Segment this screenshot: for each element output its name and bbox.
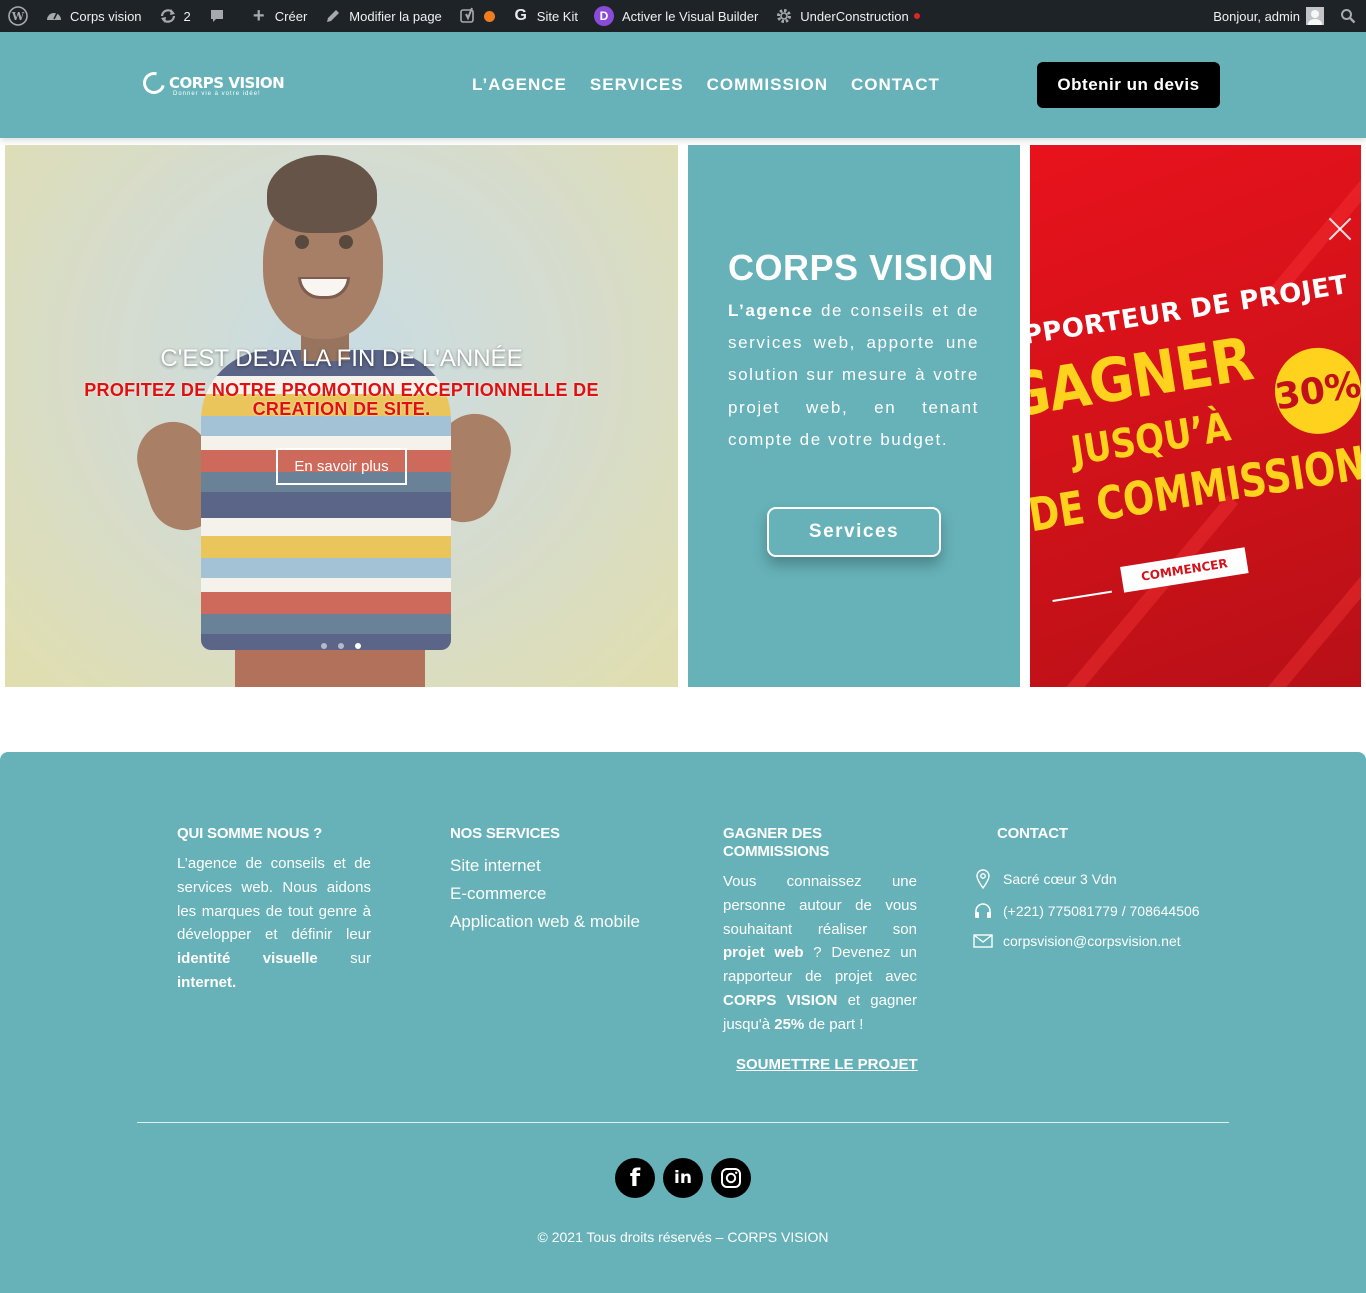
gear-icon [774,6,794,26]
main-navigation: L’AGENCE SERVICES COMMISSION CONTACT [472,75,963,95]
linkedin-icon[interactable]: in [663,1158,703,1198]
contact-address: Sacré cœur 3 Vdn [1003,871,1117,887]
footer-services-heading: NOS SERVICES [450,825,560,842]
wordpress-icon: W [8,6,28,26]
visual-builder-link[interactable]: D Activer le Visual Builder [586,0,766,32]
nav-item-agence[interactable]: L’AGENCE [472,75,567,95]
create-new-link[interactable]: + Créer [241,0,316,32]
map-pin-icon [963,869,1003,889]
create-label: Créer [274,8,308,24]
footer-commission-text: Vous connaissez une personne autour de v… [723,873,917,1033]
envelope-icon [963,933,1003,949]
google-g-icon: G [514,7,527,24]
nav-item-commission[interactable]: COMMISSION [707,75,828,95]
divi-icon: D [593,6,614,26]
seo-status-dot [483,10,495,22]
account-menu[interactable]: Bonjour, admin [1205,0,1332,32]
contact-email-row: corpsvision@corpsvision.net [973,933,1237,949]
svg-text:W: W [11,10,25,23]
slider-dot-3[interactable] [355,643,361,649]
learn-more-button[interactable]: En savoir plus [276,448,407,485]
about-card: CORPS VISION L’agence de conseils et de … [688,145,1020,687]
logo-tagline: Donner vie à votre idée! [173,91,261,97]
edit-page-label: Modifier la page [349,8,442,24]
site-header: CORPS VISION Donner vie à votre idée! L’… [0,32,1366,138]
nav-item-services[interactable]: SERVICES [590,75,684,95]
wordpress-logo-button[interactable]: W [0,0,36,32]
facebook-icon[interactable]: f [615,1158,655,1198]
site-name-link[interactable]: Corps vision [36,0,150,32]
visual-builder-label: Activer le Visual Builder [621,8,759,24]
footer-service-site-internet[interactable]: Site internet [450,852,644,880]
headset-icon [963,901,1003,921]
submit-project-link[interactable]: SOUMETTRE LE PROJET [736,1056,918,1073]
slider-dot-1[interactable] [321,643,327,649]
updates-link[interactable]: 2 [150,0,199,32]
site-kit-label: Site Kit [536,8,578,24]
slider-pagination [321,643,372,649]
close-icon[interactable] [1328,217,1352,241]
footer-services: NOS SERVICES Site internet E-commerce Ap… [450,825,644,936]
footer-service-app[interactable]: Application web & mobile [450,908,644,936]
about-title: CORPS VISION [728,247,995,288]
edit-page-link[interactable]: Modifier la page [315,0,450,32]
comment-bubble-icon [207,6,227,26]
yoast-icon [458,6,478,26]
slide-title: C'EST DEJA LA FIN DE L'ANNÉE [160,345,523,372]
footer-divider [137,1122,1229,1123]
contact-phone[interactable]: (+221) 775081779 / 708644506 [1003,903,1200,919]
contact-email[interactable]: corpsvision@corpsvision.net [1003,933,1181,949]
dashboard-gauge-icon [44,6,64,26]
pencil-icon [323,6,343,26]
footer-service-ecommerce[interactable]: E-commerce [450,880,644,908]
hero-slider[interactable]: C'EST DEJA LA FIN DE L'ANNÉE PROFITEZ DE… [5,145,678,687]
yoast-seo-menu[interactable] [450,0,503,32]
admin-search-button[interactable] [1332,0,1366,32]
social-links: f in [615,1158,759,1198]
site-footer: QUI SOMME NOUS ? L’agence de conseils et… [0,752,1366,1293]
about-lead: L’agence [728,301,814,320]
copyright: © 2021 Tous droits réservés – CORPS VISI… [537,1229,829,1245]
slide-subtitle: PROFITEZ DE NOTRE PROMOTION EXCEPTIONNEL… [84,380,599,419]
greeting-label: Bonjour, admin [1213,8,1300,24]
get-quote-button[interactable]: Obtenir un devis [1037,62,1220,108]
instagram-icon[interactable] [711,1158,751,1198]
footer-about-text: L’agence de conseils et de services web.… [177,855,371,991]
footer-commission-heading: GAGNER DES COMMISSIONS [723,825,830,860]
footer-about-heading: QUI SOMME NOUS ? [177,825,323,842]
promo-start-button[interactable]: COMMENCER [1120,547,1249,593]
slider-dot-2[interactable] [338,643,344,649]
site-logo[interactable]: CORPS VISION Donner vie à votre idée! [138,67,285,99]
contact-address-row: Sacré cœur 3 Vdn [976,869,1237,889]
footer-commission: GAGNER DES COMMISSIONS Vous connaissez u… [723,825,917,1037]
wp-admin-bar: W Corps vision 2 + Créer Modifier la pag… [0,0,1366,32]
contact-phone-row: (+221) 775081779 / 708644506 [975,901,1237,921]
underconstruction-status-dot [913,13,920,19]
underconstruction-label: UnderConstruction [800,8,909,24]
logo-mark-icon [138,67,170,99]
footer-contact: CONTACT Sacré cœur 3 Vdn (+221) 77508177… [973,825,1237,961]
search-icon [1341,9,1356,24]
promo-percent-badge: 30% [1268,341,1361,441]
footer-contact-heading: CONTACT [997,825,1068,842]
promo-divider [1052,590,1113,602]
logo-text: CORPS VISION [169,74,285,92]
services-button[interactable]: Services [767,507,941,557]
commission-promo-banner[interactable]: APPORTEUR DE PROJET GAGNER 30% JUSQU’À D… [1030,145,1361,687]
nav-item-contact[interactable]: CONTACT [851,75,940,95]
updates-refresh-icon [158,6,178,26]
plus-icon: + [252,4,265,27]
comments-link[interactable] [199,0,241,32]
updates-count: 2 [183,8,191,24]
footer-about: QUI SOMME NOUS ? L’agence de conseils et… [177,825,371,995]
site-name-label: Corps vision [70,8,142,24]
underconstruction-link[interactable]: UnderConstruction [766,0,927,32]
about-text: L’agence de conseils et de services web,… [728,301,979,449]
site-kit-link[interactable]: G Site Kit [503,0,586,32]
avatar [1306,7,1324,25]
